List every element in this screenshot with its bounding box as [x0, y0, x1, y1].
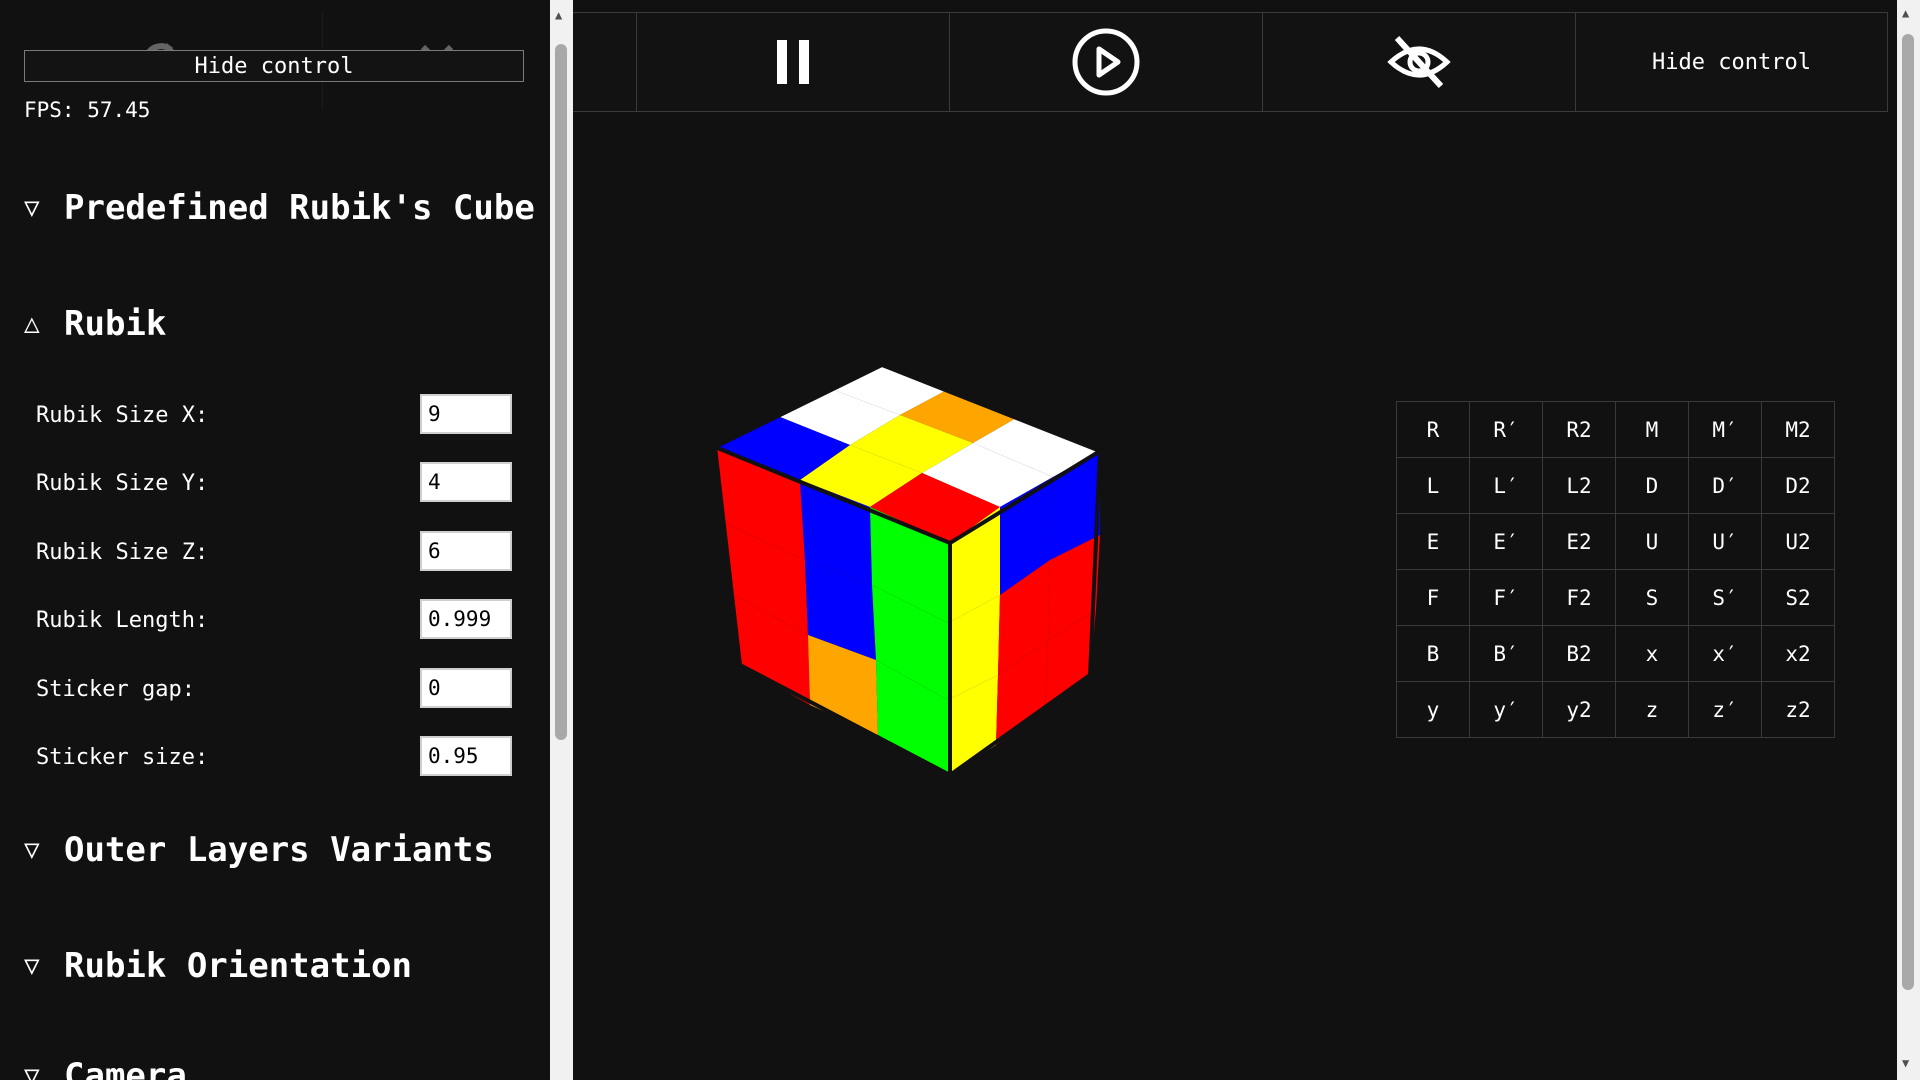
move-button[interactable]: M2 [1762, 402, 1834, 457]
move-button[interactable]: x [1616, 626, 1688, 681]
move-button[interactable]: y′ [1470, 682, 1542, 737]
rubik-size-z-input[interactable] [420, 531, 512, 571]
pause-icon [777, 40, 809, 84]
section-rubik[interactable]: △ Rubik [24, 304, 166, 344]
eye-off-icon [1387, 35, 1451, 89]
move-button[interactable]: R2 [1543, 402, 1615, 457]
toolbar-spacer [573, 12, 637, 112]
move-button[interactable]: L′ [1470, 458, 1542, 513]
section-camera[interactable]: ▽ Camera [24, 1056, 187, 1080]
rubik-cube-view[interactable] [700, 355, 1120, 795]
sticker-size-input[interactable] [420, 736, 512, 776]
panel-scroll-thumb[interactable] [555, 44, 567, 740]
move-button[interactable]: U′ [1689, 514, 1761, 569]
collapse-triangle-icon: △ [24, 309, 40, 339]
panel-scrollbar[interactable]: ▲ [550, 0, 573, 1080]
move-button[interactable]: L2 [1543, 458, 1615, 513]
move-button[interactable]: y2 [1543, 682, 1615, 737]
move-button[interactable]: E′ [1470, 514, 1542, 569]
toggle-visibility-button[interactable] [1262, 12, 1576, 112]
play-button[interactable] [949, 12, 1263, 112]
move-button[interactable]: D [1616, 458, 1688, 513]
expand-triangle-icon: ▽ [24, 1061, 40, 1080]
move-button[interactable]: R′ [1470, 402, 1542, 457]
section-rubik-label: Rubik [64, 304, 167, 344]
panel-top-buttons: Hide control [0, 12, 550, 112]
move-button[interactable]: F [1397, 570, 1469, 625]
rubik-length-label: Rubik Length: [36, 608, 209, 633]
move-button[interactable]: x′ [1689, 626, 1761, 681]
move-button[interactable]: L [1397, 458, 1469, 513]
move-button[interactable]: z′ [1689, 682, 1761, 737]
section-camera-label: Camera [64, 1056, 187, 1080]
move-button[interactable]: x2 [1762, 626, 1834, 681]
pause-button[interactable] [636, 12, 950, 112]
hide-control-button-small[interactable]: Hide control [24, 50, 524, 82]
move-buttons-grid: R R′ R2 M M′ M2 L L′ L2 D D′ D2 E E′ E2 U U′ U2 F F′ F2 S S′ S2… [1396, 401, 1835, 738]
section-predefined-label: Predefined Rubik's Cube [64, 188, 535, 228]
scroll-down-arrow-icon[interactable]: ▼ [1902, 1056, 1909, 1070]
rubik-size-z-label: Rubik Size Z: [36, 540, 209, 565]
move-button[interactable]: S2 [1762, 570, 1834, 625]
expand-triangle-icon: ▽ [24, 835, 40, 865]
rubik-length-input[interactable] [420, 599, 512, 639]
move-button[interactable]: E2 [1543, 514, 1615, 569]
fps-counter: FPS: 57.45 [24, 98, 151, 122]
move-button[interactable]: y [1397, 682, 1469, 737]
rubik-size-y-input[interactable] [420, 462, 512, 502]
move-button[interactable]: U [1616, 514, 1688, 569]
section-outer-layers[interactable]: ▽ Outer Layers Variants [24, 830, 494, 870]
move-button[interactable]: M′ [1689, 402, 1761, 457]
expand-triangle-icon: ▽ [24, 951, 40, 981]
move-button[interactable]: F′ [1470, 570, 1542, 625]
move-button[interactable]: S [1616, 570, 1688, 625]
move-button[interactable]: F2 [1543, 570, 1615, 625]
move-button[interactable]: B [1397, 626, 1469, 681]
section-outer-layers-label: Outer Layers Variants [64, 830, 494, 870]
control-panel: Hide control FPS: 57.45 ▽ Predefined Rub… [0, 0, 550, 1080]
move-button[interactable]: D2 [1762, 458, 1834, 513]
sticker-size-label: Sticker size: [36, 745, 209, 770]
page-scroll-thumb[interactable] [1902, 34, 1914, 990]
move-button[interactable]: M [1616, 402, 1688, 457]
move-button[interactable]: B′ [1470, 626, 1542, 681]
move-button[interactable]: z [1616, 682, 1688, 737]
play-circle-icon [1072, 28, 1140, 96]
sticker-gap-input[interactable] [420, 668, 512, 708]
sticker-gap-label: Sticker gap: [36, 677, 195, 702]
rubik-size-y-label: Rubik Size Y: [36, 471, 209, 496]
rubik-size-x-input[interactable] [420, 394, 512, 434]
move-button[interactable]: z2 [1762, 682, 1834, 737]
section-orientation[interactable]: ▽ Rubik Orientation [24, 946, 412, 986]
move-button[interactable]: E [1397, 514, 1469, 569]
move-button[interactable]: D′ [1689, 458, 1761, 513]
move-button[interactable]: R [1397, 402, 1469, 457]
move-button[interactable]: B2 [1543, 626, 1615, 681]
section-predefined[interactable]: ▽ Predefined Rubik's Cube [24, 188, 535, 228]
move-button[interactable]: U2 [1762, 514, 1834, 569]
page-scrollbar[interactable]: ▲ ▼ [1897, 0, 1920, 1080]
hide-control-button[interactable]: Hide control [1575, 12, 1888, 112]
rubik-size-x-label: Rubik Size X: [36, 403, 209, 428]
expand-triangle-icon: ▽ [24, 193, 40, 223]
move-button[interactable]: S′ [1689, 570, 1761, 625]
section-orientation-label: Rubik Orientation [64, 946, 412, 986]
scroll-up-arrow-icon[interactable]: ▲ [1902, 6, 1909, 20]
scroll-up-arrow-icon[interactable]: ▲ [555, 8, 562, 22]
